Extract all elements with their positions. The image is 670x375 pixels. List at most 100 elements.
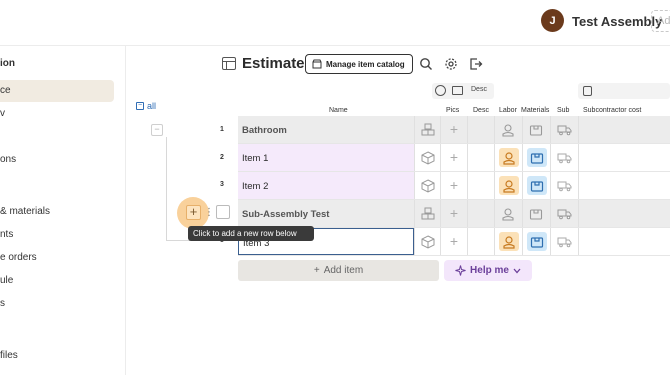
truck-icon (557, 181, 572, 192)
subcontractor-cell[interactable] (550, 116, 578, 143)
subcontractor-cell[interactable] (550, 200, 578, 227)
labor-cell[interactable] (494, 116, 522, 143)
gear-icon[interactable] (444, 57, 458, 71)
add-chip[interactable]: Ad (651, 10, 670, 32)
column-header-pics: Pics (446, 107, 460, 114)
labor-cell[interactable] (494, 200, 522, 227)
sidebar-item-overview[interactable]: v (0, 108, 5, 119)
select-all-label: all (147, 101, 157, 111)
table-row-group[interactable]: Bathroom + (238, 116, 670, 144)
row-name-cell[interactable]: Item 1 (238, 144, 414, 171)
subcontractor-cell[interactable] (550, 228, 578, 255)
description-cell[interactable] (467, 144, 494, 171)
top-bar: J Test Assembly Ad (0, 0, 670, 46)
collapse-group-button[interactable]: − (151, 124, 163, 136)
materials-cell[interactable] (522, 228, 550, 255)
row-name-cell[interactable]: Item 2 (238, 172, 414, 199)
truck-icon (557, 209, 572, 220)
add-picture-cell[interactable]: + (440, 172, 467, 199)
sidebar-item-change-orders[interactable]: e orders (0, 252, 37, 263)
subcontractor-cost-cell[interactable] (578, 172, 670, 199)
description-cell[interactable] (467, 228, 494, 255)
subcontractor-cost-cell[interactable] (578, 228, 670, 255)
column-header-labor: Labor (499, 107, 517, 114)
add-item-button[interactable]: + Add item (238, 260, 439, 281)
materials-chip[interactable] (527, 176, 547, 195)
materials-cell[interactable] (522, 172, 550, 199)
box-icon[interactable] (583, 86, 592, 96)
sidebar-item-files[interactable]: files (0, 350, 18, 361)
labor-cell[interactable] (494, 228, 522, 255)
description-cell[interactable] (467, 172, 494, 199)
worker-icon (502, 208, 514, 221)
sidebar-item-selections[interactable]: ons (0, 154, 16, 165)
row-name-cell[interactable]: Bathroom (238, 116, 414, 143)
add-item-label: Add item (323, 265, 364, 276)
table-row-group[interactable]: Sub-Assembly Test + (238, 200, 670, 228)
assembly-icon-cell[interactable] (414, 116, 440, 143)
add-picture-cell[interactable]: + (440, 116, 467, 143)
assembly-icon (421, 207, 435, 220)
row-name-cell[interactable]: Sub-Assembly Test (238, 200, 414, 227)
cube-icon (421, 151, 435, 165)
subcontractor-cost-cell[interactable] (578, 200, 670, 227)
add-picture-cell[interactable]: + (440, 228, 467, 255)
search-icon[interactable] (419, 57, 433, 71)
user-avatar[interactable]: J (541, 9, 564, 32)
plus-icon: + (313, 265, 320, 276)
table-row-item[interactable]: Item 2 + (238, 172, 670, 200)
description-cell[interactable] (467, 116, 494, 143)
materials-cell[interactable] (522, 200, 550, 227)
item-icon-cell[interactable] (414, 144, 440, 171)
sidebar-item-tasks[interactable]: s (0, 298, 5, 309)
labor-cell[interactable] (494, 144, 522, 171)
box-icon (530, 153, 544, 164)
worker-icon (503, 180, 515, 193)
select-all-toggle[interactable]: − all (136, 101, 156, 111)
cube-icon (421, 235, 435, 249)
desc-toggle-label[interactable]: Desc (471, 86, 487, 93)
add-picture-cell[interactable]: + (440, 144, 467, 171)
project-name[interactable]: Test Assembly (572, 14, 662, 29)
column-header-subcontractor-cost: Subcontractor cost (583, 107, 642, 114)
monitor-icon[interactable] (452, 86, 463, 95)
subcontractor-cell[interactable] (550, 172, 578, 199)
person-icon[interactable] (435, 85, 446, 96)
subcontractor-cost-cell[interactable] (578, 116, 670, 143)
subcontractor-cost-cell[interactable] (578, 144, 670, 171)
add-row-below-button[interactable]: + (186, 205, 201, 220)
row-select-checkbox[interactable] (216, 205, 230, 219)
page-title: Estimate (242, 55, 305, 72)
materials-chip[interactable] (527, 148, 547, 167)
store-icon (312, 59, 322, 69)
materials-chip[interactable] (527, 232, 547, 251)
box-icon (529, 125, 543, 136)
assembly-icon-cell[interactable] (414, 200, 440, 227)
item-icon-cell[interactable] (414, 172, 440, 199)
sidebar-item-payments[interactable]: nts (0, 229, 13, 240)
manage-item-catalog-label: Manage item catalog (326, 59, 405, 69)
materials-cell[interactable] (522, 144, 550, 171)
sidebar-item-estimate[interactable]: ce (0, 80, 114, 102)
labor-cell[interactable] (494, 172, 522, 199)
materials-cell[interactable] (522, 116, 550, 143)
export-icon[interactable] (469, 57, 483, 71)
assembly-icon (421, 123, 435, 136)
sidebar-item-materials[interactable]: & materials (0, 206, 50, 217)
item-icon-cell[interactable] (414, 228, 440, 255)
labor-chip[interactable] (499, 176, 519, 195)
column-toggle-group: Desc (432, 83, 494, 99)
labor-chip[interactable] (499, 232, 519, 251)
sidebar-heading: ion (0, 58, 15, 69)
add-picture-cell[interactable]: + (440, 200, 467, 227)
manage-item-catalog-button[interactable]: Manage item catalog (305, 54, 413, 74)
sidebar-item-schedule[interactable]: ule (0, 275, 13, 286)
worker-icon (503, 236, 515, 249)
help-me-label: Help me (470, 265, 509, 276)
description-cell[interactable] (467, 200, 494, 227)
labor-chip[interactable] (499, 148, 519, 167)
column-header-materials: Materials (521, 107, 550, 114)
subcontractor-cell[interactable] (550, 144, 578, 171)
table-row-item[interactable]: Item 1 + (238, 144, 670, 172)
help-me-button[interactable]: Help me (444, 260, 532, 281)
